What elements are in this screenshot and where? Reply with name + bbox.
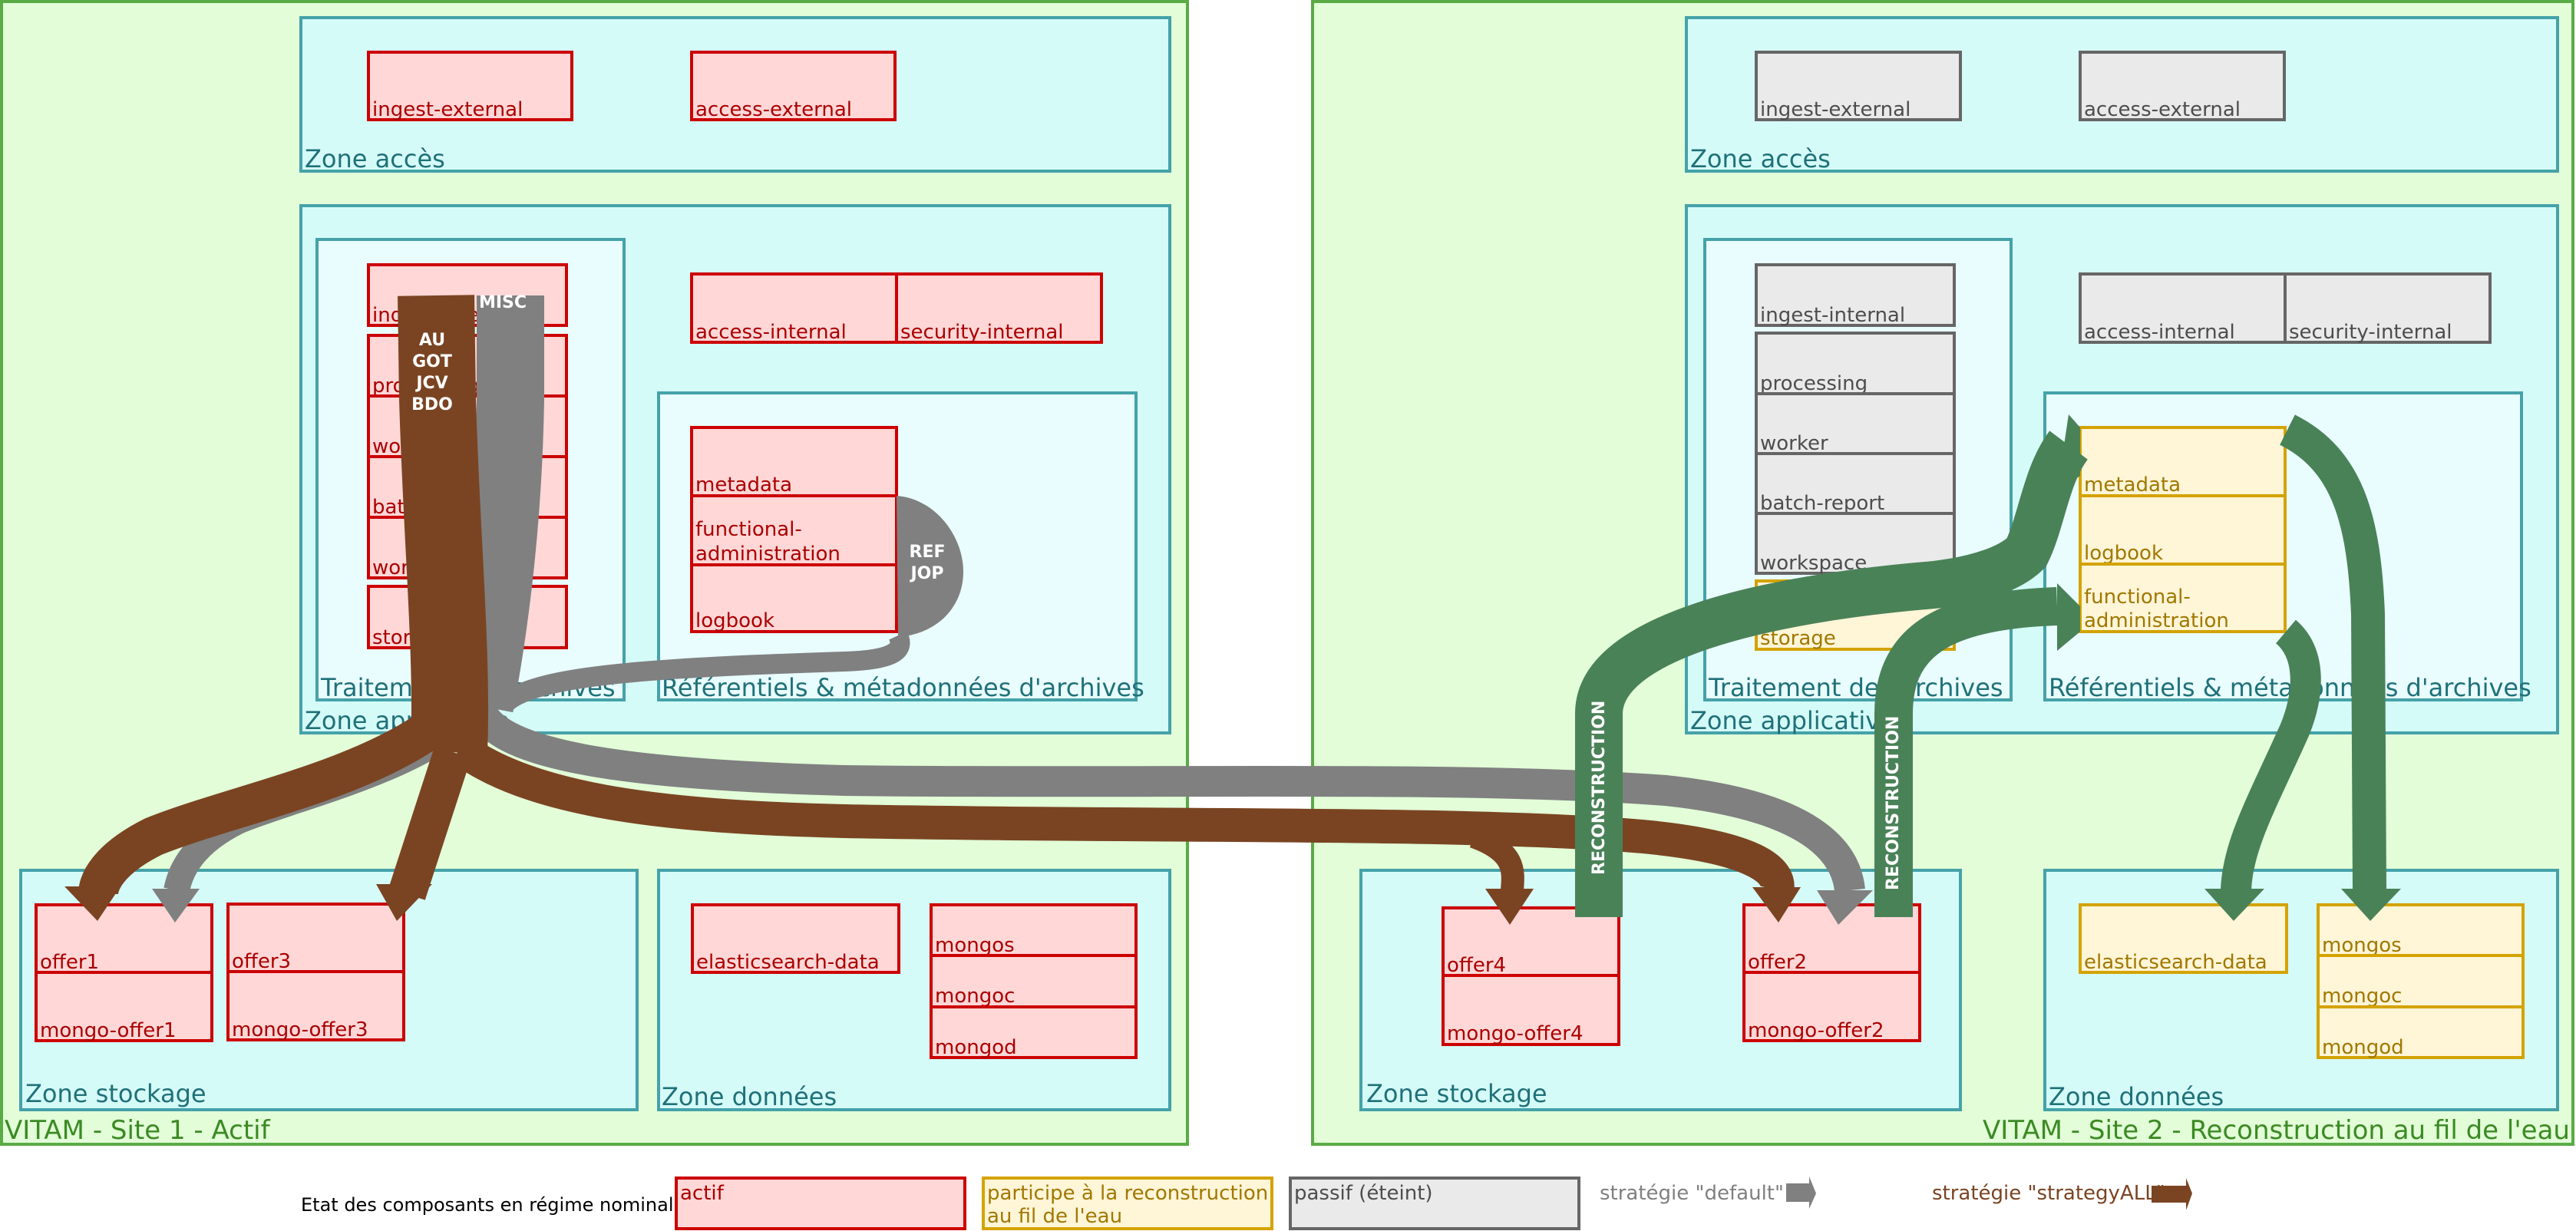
legend-passif-label: passif (éteint) — [1294, 1182, 1433, 1205]
site-2-traitement-label: Traitement des archives — [1708, 673, 2003, 702]
site-2-zone-applicative-label: Zone applicative — [1690, 706, 1895, 735]
site-1: VITAM - Site 1 - Actif Zone accès ingest… — [0, 0, 1189, 1146]
site-2-access-external-label: access-external — [2084, 98, 2241, 121]
architecture-diagram: VITAM - Site 1 - Actif Zone accès ingest… — [0, 0, 2574, 1230]
site-2-access-internal-label: access-internal — [2084, 321, 2235, 344]
legend-reconstruction-label-2: au fil de l'eau — [987, 1205, 1122, 1228]
flow-label-reconstruction-1: RECONSTRUCTION — [1590, 701, 1609, 875]
site-1-metadata-label: metadata — [695, 474, 792, 497]
site-2-ingest-internal-label: ingest-internal — [1760, 304, 1905, 327]
legend-reconstruction-label-1: participe à la reconstruction — [987, 1182, 1268, 1205]
flow-label-jcv: JCV — [414, 374, 447, 393]
flow-label-jop: JOP — [909, 564, 943, 583]
site-1-functional-administration-label-2: administration — [695, 543, 841, 566]
flow-label-ref: REF — [910, 543, 946, 562]
site-1-zone-acces-label: Zone accès — [305, 144, 445, 173]
flow-label-au: AU — [419, 331, 445, 350]
site-2-zone-acces-label: Zone accès — [1690, 144, 1831, 173]
site-2-logbook-label: logbook — [2084, 542, 2163, 565]
site-2-metadata-label: metadata — [2084, 474, 2181, 497]
site-2-processing-label: processing — [1760, 372, 1868, 395]
site-1-mongos-label: mongos — [935, 934, 1015, 957]
site-2-zone-stockage-label: Zone stockage — [1366, 1079, 1547, 1108]
site-1-mongoc-label: mongoc — [935, 985, 1015, 1008]
site-1-security-internal-label: security-internal — [900, 321, 1064, 344]
site-1-ingest-external-label: ingest-external — [372, 98, 523, 121]
site-1-title: VITAM - Site 1 - Actif — [5, 1115, 271, 1146]
site-1-access-internal-label: access-internal — [695, 321, 847, 344]
site-2-functional-administration-label-1: functional- — [2084, 586, 2191, 609]
site-1-mongo-offer1-label: mongo-offer1 — [40, 1019, 177, 1042]
site-2-offer2-label: offer2 — [1748, 951, 1807, 974]
site-1-referentiels-label: Référentiels & métadonnées d'archives — [662, 673, 1144, 702]
site-2-mongoc-label: mongoc — [2322, 985, 2402, 1008]
site-1-zone-donnees-label: Zone données — [662, 1082, 837, 1111]
site-2-mongod-label: mongod — [2322, 1036, 2404, 1059]
site-2-functional-administration-label-2: administration — [2084, 609, 2229, 632]
site-2-zone-donnees-label: Zone données — [2049, 1082, 2224, 1111]
site-2-mongo-offer2-label: mongo-offer2 — [1748, 1019, 1884, 1042]
site-2-mongos-label: mongos — [2322, 934, 2402, 957]
site-1-offer1-label: offer1 — [40, 951, 99, 974]
site-1-mongo-offer3-label: mongo-offer3 — [232, 1018, 368, 1041]
legend-strategy-default-arrow-icon — [1786, 1177, 1816, 1209]
site-1-access-external-label: access-external — [695, 98, 852, 121]
legend-title: Etat des composants en régime nominal : — [301, 1194, 685, 1216]
site-2-elasticsearch-data-label: elasticsearch-data — [2084, 951, 2267, 974]
site-1-elasticsearch-data-label: elasticsearch-data — [696, 951, 880, 974]
site-2-worker-label: worker — [1760, 432, 1828, 455]
legend-strategy-default-label: stratégie "default" — [1600, 1182, 1784, 1205]
site-1-mongod-label: mongod — [935, 1036, 1017, 1059]
flow-label-misc: MISC — [479, 293, 527, 312]
site-2-batch-report-label: batch-report — [1760, 492, 1884, 515]
site-2-offer4-label: offer4 — [1447, 954, 1506, 977]
flow-label-reconstruction-2: RECONSTRUCTION — [1884, 716, 1903, 890]
site-2-ingest-external-label: ingest-external — [1760, 98, 1911, 121]
flow-label-bdo: BDO — [411, 395, 453, 414]
site-2-mongo-offer4-label: mongo-offer4 — [1447, 1022, 1584, 1045]
site-1-zone-stockage-label: Zone stockage — [25, 1079, 206, 1108]
legend-strategy-all-label: stratégie "strategyALL" — [1932, 1182, 2165, 1205]
legend-actif-label: actif — [680, 1182, 725, 1205]
site-2-title: VITAM - Site 2 - Reconstruction au fil d… — [1983, 1115, 2570, 1146]
site-1-functional-administration-label-1: functional- — [695, 518, 802, 541]
site-1-logbook-label: logbook — [695, 609, 774, 632]
flow-label-got: GOT — [412, 352, 452, 371]
site-2-security-internal-label: security-internal — [2289, 321, 2452, 344]
legend: Etat des composants en régime nominal : … — [301, 1177, 2192, 1230]
site-1-offer3-label: offer3 — [232, 950, 291, 973]
